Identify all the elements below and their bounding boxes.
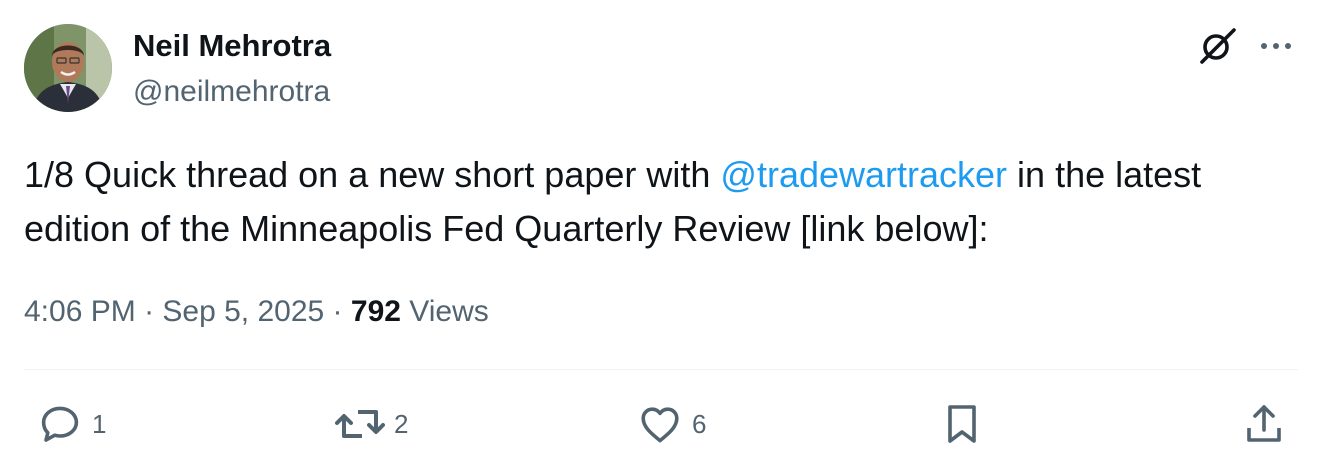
tweet-time[interactable]: 4:06 PM (24, 295, 136, 328)
avatar-portrait (24, 24, 112, 112)
tweet-date[interactable]: Sep 5, 2025 (162, 295, 324, 328)
meta-separator: · (135, 295, 163, 328)
like-button[interactable]: 6 (636, 398, 706, 450)
tweet-card: Neil Mehrotra @neilmehrotra 1/8 Quick th… (0, 0, 1327, 464)
tweet-text-before: 1/8 Quick thread on a new short paper wi… (24, 154, 721, 195)
views-count: 792 (350, 295, 401, 328)
bookmark-button[interactable] (938, 398, 986, 450)
share-button[interactable] (1240, 398, 1288, 450)
divider (24, 369, 1298, 370)
reply-button[interactable]: 1 (36, 398, 106, 450)
avatar[interactable] (24, 24, 112, 112)
like-count: 6 (692, 408, 707, 439)
bookmark-icon (948, 405, 976, 443)
more-icon[interactable] (1256, 36, 1296, 56)
repost-count: 2 (394, 408, 409, 439)
reply-icon (41, 406, 79, 442)
reply-count: 1 (92, 408, 107, 439)
meta-separator: · (324, 295, 351, 328)
grok-icon[interactable] (1196, 26, 1240, 66)
repost-icon (335, 410, 385, 438)
mention-link[interactable]: @tradewartracker (720, 154, 1007, 195)
author-handle[interactable]: @neilmehrotra (133, 74, 330, 110)
views-label: Views (400, 295, 489, 328)
like-icon (641, 407, 679, 443)
tweet-meta: 4:06 PM · Sep 5, 2025 · 792 Views (24, 292, 489, 332)
tweet-text: 1/8 Quick thread on a new short paper wi… (24, 148, 1304, 256)
share-icon (1247, 405, 1281, 442)
repost-button[interactable]: 2 (334, 398, 408, 450)
author-name[interactable]: Neil Mehrotra (133, 28, 331, 64)
